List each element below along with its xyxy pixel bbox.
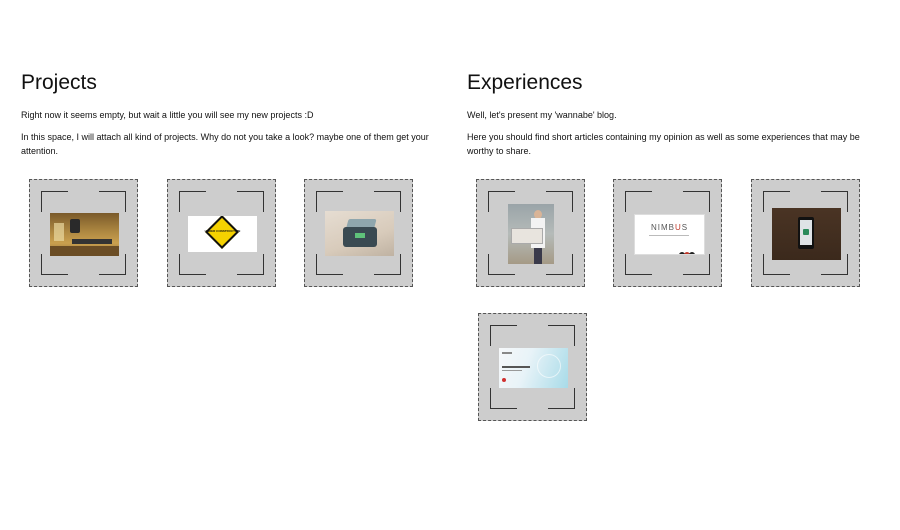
- frame-corner: [683, 254, 710, 275]
- experience-thumbnail-slide: [499, 348, 568, 388]
- experience-thumbnail-nimbus: NIMBUS: [634, 214, 705, 255]
- project-thumbnail-enclosure: [325, 211, 394, 256]
- frame-corner: [316, 254, 343, 275]
- project-thumbnail-desk-lamp: [50, 213, 119, 256]
- frame-corner: [237, 254, 264, 275]
- projects-heading: Projects: [21, 71, 97, 94]
- frame-corner: [237, 191, 264, 212]
- frame-corner: [374, 191, 401, 212]
- frame-corner: [548, 325, 575, 346]
- frame-corner: [548, 388, 575, 409]
- experience-tile-nimbus[interactable]: NIMBUS: [613, 179, 722, 287]
- experience-tile-slide[interactable]: [478, 313, 587, 421]
- experiences-intro: Well, let's present my 'wannabe' blog.: [467, 110, 617, 120]
- sign-label: UNDER CONSTRUCTION: [204, 229, 241, 233]
- frame-corner: [179, 191, 206, 212]
- frame-corner: [490, 325, 517, 346]
- frame-corner: [683, 191, 710, 212]
- project-tile-under-construction[interactable]: UNDER CONSTRUCTION: [167, 179, 276, 287]
- experience-thumbnail-person: [508, 204, 554, 264]
- projects-intro: Right now it seems empty, but wait a lit…: [21, 110, 314, 120]
- experience-tile-phone[interactable]: [751, 179, 860, 287]
- frame-corner: [625, 191, 652, 212]
- experience-thumbnail-phone: [772, 208, 841, 260]
- experiences-description: Here you should find short articles cont…: [467, 132, 860, 156]
- projects-description: In this space, I will attach all kind of…: [21, 132, 429, 156]
- frame-corner: [374, 254, 401, 275]
- frame-corner: [41, 191, 68, 212]
- frame-corner: [625, 254, 652, 275]
- frame-corner: [316, 191, 343, 212]
- experiences-section: Experiences Well, let's present my 'wann…: [467, 70, 887, 166]
- frame-corner: [99, 254, 126, 275]
- frame-corner: [41, 254, 68, 275]
- frame-corner: [179, 254, 206, 275]
- frame-corner: [490, 388, 517, 409]
- frame-corner: [99, 191, 126, 212]
- nimbus-logo: NIMBUS: [650, 223, 689, 232]
- projects-section: Projects Right now it seems empty, but w…: [21, 70, 441, 166]
- experiences-heading: Experiences: [467, 71, 583, 94]
- project-tile-desk[interactable]: [29, 179, 138, 287]
- project-thumbnail-sign: UNDER CONSTRUCTION: [188, 216, 257, 252]
- project-tile-enclosure[interactable]: [304, 179, 413, 287]
- experience-tile-award[interactable]: [476, 179, 585, 287]
